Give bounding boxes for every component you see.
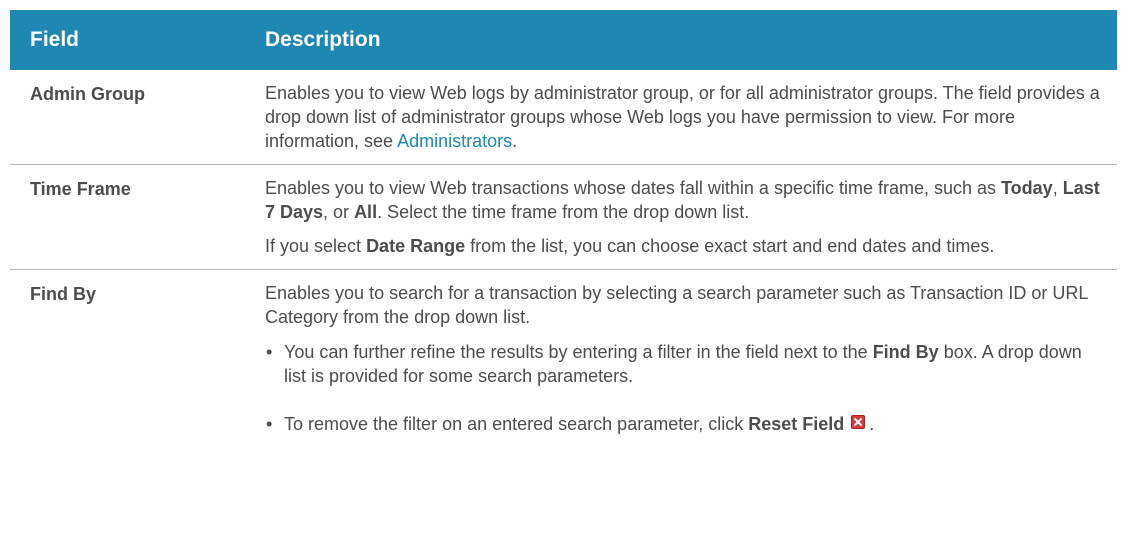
table-row-admin-group: Admin Group Enables you to view Web logs… (10, 70, 1117, 165)
bullet-text-end: . (869, 414, 875, 434)
administrators-link[interactable]: Administrators (397, 131, 512, 151)
bullet-text: To remove the filter on an entered searc… (284, 414, 749, 434)
field-description: Enables you to view Web transactions who… (248, 164, 1117, 270)
field-description-table: Field Description Admin Group Enables yo… (10, 10, 1117, 447)
option-all: All (354, 202, 378, 222)
find-by-term: Find By (872, 342, 939, 362)
table-row-time-frame: Time Frame Enables you to view Web trans… (10, 164, 1117, 270)
description-paragraph: If you select Date Range from the list, … (265, 234, 1107, 258)
description-text-end: . (512, 131, 518, 151)
separator-text: , (1052, 178, 1063, 198)
field-name: Find By (30, 284, 96, 304)
option-today: Today (1001, 178, 1053, 198)
field-name: Time Frame (10, 164, 248, 270)
bullet-icon: • (266, 414, 273, 434)
bullet-icon: • (266, 342, 273, 362)
list-item: • To remove the filter on an entered sear… (265, 412, 1107, 436)
table-header-row: Field Description (10, 10, 1117, 70)
field-description: Enables you to search for a transaction … (248, 270, 1117, 448)
description-paragraph: Enables you to view Web logs by administ… (265, 81, 1107, 153)
header-description: Description (265, 28, 381, 51)
option-date-range: Date Range (366, 236, 466, 256)
header-field: Field (30, 28, 80, 51)
field-name: Admin Group (10, 70, 248, 165)
bullet-list: • You can further refine the results by e… (265, 340, 1107, 436)
description-paragraph: Enables you to search for a transaction … (265, 283, 1088, 327)
list-item: • You can further refine the results by e… (265, 340, 1107, 388)
description-text-end: from the list, you can choose exact star… (465, 236, 995, 256)
reset-field-term: Reset Field (748, 414, 845, 434)
table-row-find-by: Find By Enables you to search for a tran… (10, 270, 1117, 448)
reset-field-icon (851, 415, 866, 429)
description-text: If you select (265, 236, 367, 256)
description-paragraph: Enables you to view Web transactions who… (265, 176, 1107, 224)
field-description: Enables you to view Web logs by administ… (248, 70, 1117, 165)
description-text: Enables you to view Web transactions who… (265, 178, 1002, 198)
description-text: Enables you to view Web logs by administ… (265, 83, 1100, 151)
description-text-end: . Select the time frame from the drop do… (377, 202, 750, 222)
bullet-text: You can further refine the results by en… (284, 342, 873, 362)
separator-text: , or (323, 202, 355, 222)
